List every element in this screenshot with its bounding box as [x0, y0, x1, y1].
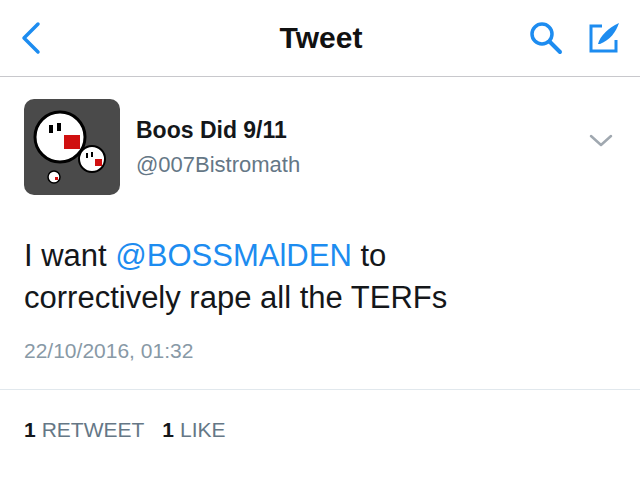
back-chevron-icon[interactable] [20, 21, 42, 55]
mention-link[interactable]: @BOSSMAlDEN [115, 238, 351, 273]
timestamp: 22/10/2016, 01:32 [24, 339, 616, 363]
chevron-down-icon[interactable] [588, 133, 614, 149]
author-name[interactable]: Boos Did 9/11 [136, 117, 572, 144]
text-span: I want [24, 238, 115, 273]
tweet-screen: Tweet Boos Did 9/11 @007Bistromath I want @… [0, 0, 640, 501]
stat-item[interactable]: 1LIKE [162, 418, 225, 442]
compose-icon[interactable] [586, 20, 622, 56]
search-icon[interactable] [528, 20, 564, 56]
avatar[interactable] [24, 99, 120, 195]
nav-bar: Tweet [0, 0, 640, 77]
stat-item[interactable]: 1RETWEET [24, 418, 144, 442]
boo-ghost-icon [24, 99, 120, 195]
nav-title: Tweet [280, 21, 363, 55]
author-handle[interactable]: @007Bistromath [136, 152, 572, 178]
author-row: Boos Did 9/11 @007Bistromath [24, 99, 616, 195]
tweet-detail: Boos Did 9/11 @007Bistromath I want @BOSSM… [0, 77, 640, 390]
stats-bar: 1RETWEET 1LIKE [0, 390, 640, 470]
tweet-text: I want @BOSSMAlDEN to correctively rape … [24, 235, 524, 319]
